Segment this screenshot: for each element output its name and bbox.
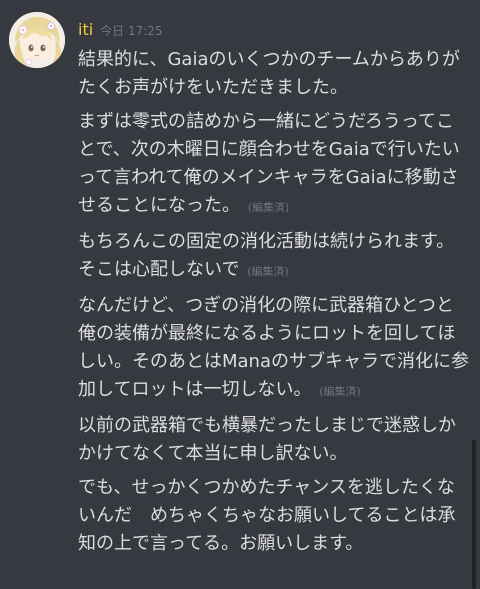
message-body: 結果的に、Gaiaのいくつかのチームからありがたくお声がけをいただきました。: [78, 49, 460, 98]
chat-view: iti 今日 17:25 結果的に、Gaiaのいくつかのチームからありがたくお声…: [0, 0, 480, 589]
timestamp: 今日 17:25: [100, 24, 163, 38]
edited-label: (編集済): [247, 265, 289, 278]
message-text: 以前の武器箱でも横暴だったしまじで迷惑しかかけてなくて本当に申し訳ない。: [78, 412, 470, 468]
message-body: でも、せっかくつかめたチャンスを逃したくないんだ めちゃくちゃなお願いしてること…: [78, 477, 456, 554]
message-body: なんだけど、つぎの消化の際に武器箱ひとつと俺の装備が最終になるようにロットを回し…: [78, 295, 469, 400]
message-header: iti 今日 17:25: [78, 20, 163, 42]
scrollbar[interactable]: [472, 440, 476, 589]
username[interactable]: iti: [78, 20, 93, 39]
message-text: 結果的に、Gaiaのいくつかのチームからありがたくお声がけをいただきました。: [78, 46, 470, 102]
edited-label: (編集済): [247, 201, 290, 214]
edited-label: (編集済): [319, 385, 361, 398]
message-group: 結果的に、Gaiaのいくつかのチームからありがたくお声がけをいただきました。 ま…: [78, 46, 470, 564]
message-text: まずは零式の詰めから一緒にどうだろうってことで、次の木曜日に顔合わせをGaiaで…: [78, 108, 470, 222]
user-avatar-icon[interactable]: [9, 12, 65, 68]
message-text: もちろんこの固定の消化活動は続けられます。そこは心配しないで (編集済): [78, 228, 470, 286]
message-text: なんだけど、つぎの消化の際に武器箱ひとつと俺の装備が最終になるようにロットを回し…: [78, 292, 470, 406]
message-body: 以前の武器箱でも横暴だったしまじで迷惑しかかけてなくて本当に申し訳ない。: [78, 415, 456, 464]
message-text: でも、せっかくつかめたチャンスを逃したくないんだ めちゃくちゃなお願いしてること…: [78, 474, 470, 558]
